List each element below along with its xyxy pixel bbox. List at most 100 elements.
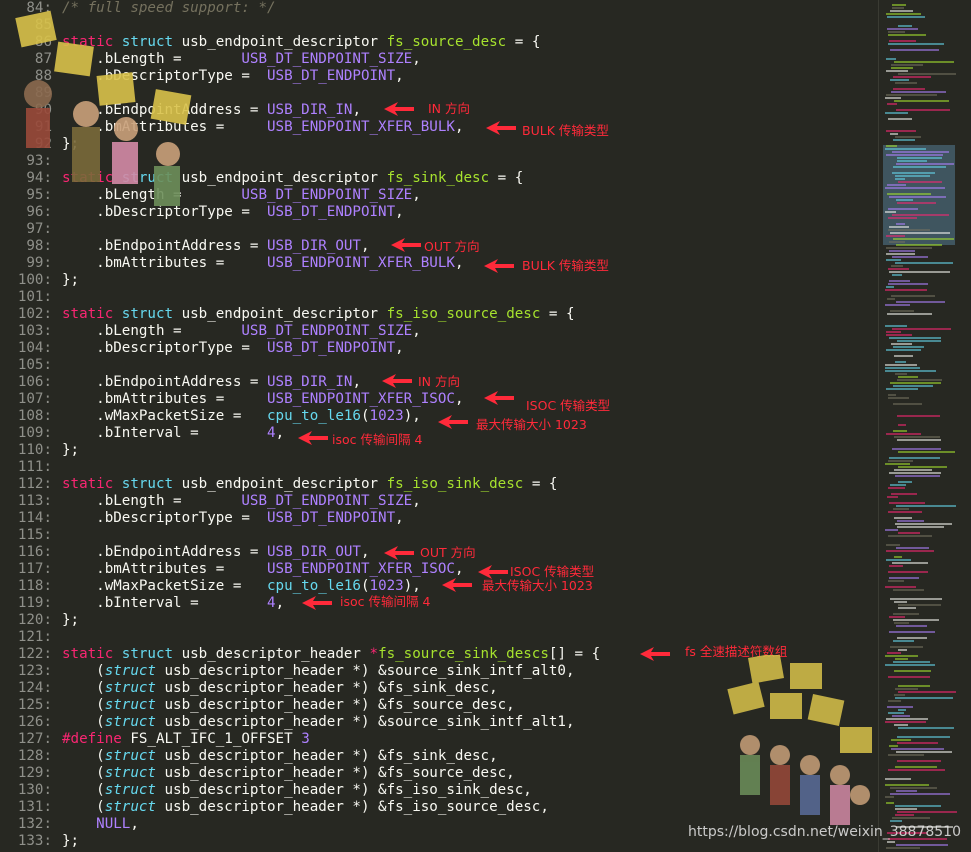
code-line[interactable]: 118: .wMaxPacketSize = cpu_to_le16(1023)… bbox=[0, 578, 878, 595]
minimap-line bbox=[892, 7, 904, 9]
minimap-line bbox=[898, 604, 941, 606]
minimap-line bbox=[892, 715, 910, 717]
minimap-line bbox=[885, 289, 927, 291]
minimap-line bbox=[893, 76, 931, 78]
minimap[interactable] bbox=[878, 0, 971, 852]
minimap-line bbox=[886, 718, 928, 720]
minimap-line bbox=[895, 262, 953, 264]
code-text: (struct usb_descriptor_header *) &source… bbox=[96, 663, 575, 679]
code-line[interactable]: 117: .bmAttributes = USB_ENDPOINT_XFER_I… bbox=[0, 561, 878, 578]
annotation-text: ISOC 传输类型 bbox=[526, 398, 611, 413]
minimap-line bbox=[891, 67, 913, 69]
code-line[interactable]: 101: bbox=[0, 289, 878, 306]
minimap-line bbox=[889, 226, 909, 228]
minimap-line bbox=[885, 463, 910, 465]
code-text: .bmAttributes = USB_ENDPOINT_XFER_BULK, bbox=[96, 255, 464, 271]
line-number: 133: bbox=[17, 833, 52, 849]
minimap-line bbox=[889, 502, 925, 504]
code-line[interactable]: 114: .bDescriptorType = USB_DT_ENDPOINT, bbox=[0, 510, 878, 527]
minimap-line bbox=[892, 214, 949, 216]
code-line[interactable]: 104: .bDescriptorType = USB_DT_ENDPOINT, bbox=[0, 340, 878, 357]
minimap-line bbox=[885, 304, 910, 306]
minimap-line bbox=[886, 259, 901, 261]
line-number: 119: bbox=[17, 595, 52, 611]
line-number: 100: bbox=[17, 272, 52, 288]
code-text: .bDescriptorType = USB_DT_ENDPOINT, bbox=[96, 340, 404, 356]
minimap-line bbox=[896, 301, 945, 303]
line-number: 108: bbox=[17, 408, 52, 424]
line-number: 107: bbox=[17, 391, 52, 407]
code-line[interactable]: 112: static struct usb_endpoint_descripto… bbox=[0, 476, 878, 493]
code-line[interactable]: 120:}; bbox=[0, 612, 878, 629]
minimap-line bbox=[888, 118, 912, 120]
minimap-line bbox=[886, 847, 920, 849]
arrow-left-icon bbox=[391, 238, 421, 252]
minimap-line bbox=[897, 520, 924, 522]
minimap-line bbox=[888, 535, 932, 537]
minimap-line bbox=[892, 328, 951, 330]
line-number: 126: bbox=[17, 714, 52, 730]
line-number: 111: bbox=[17, 459, 52, 475]
minimap-line bbox=[889, 250, 915, 252]
minimap-line bbox=[886, 433, 921, 435]
minimap-line bbox=[889, 577, 919, 579]
minimap-line bbox=[889, 241, 905, 243]
line-number: 115: bbox=[17, 527, 52, 543]
minimap-line bbox=[889, 337, 941, 339]
code-text: .bEndpointAddress = USB_DIR_OUT, bbox=[96, 544, 370, 560]
code-text: }; bbox=[62, 442, 80, 458]
minimap-line bbox=[888, 571, 928, 573]
code-line[interactable]: 111: bbox=[0, 459, 878, 476]
minimap-line bbox=[898, 649, 907, 651]
minimap-line bbox=[889, 457, 940, 459]
code-line[interactable]: 115: bbox=[0, 527, 878, 544]
minimap-line bbox=[891, 493, 917, 495]
minimap-line bbox=[897, 637, 927, 639]
code-line[interactable]: 102: static struct usb_endpoint_descripto… bbox=[0, 306, 878, 323]
minimap-line bbox=[890, 646, 923, 648]
code-text: (struct usb_descriptor_header *) &source… bbox=[96, 714, 575, 730]
minimap-line bbox=[889, 631, 935, 633]
line-number: 118: bbox=[17, 578, 52, 594]
minimap-line bbox=[890, 793, 950, 795]
minimap-line bbox=[890, 820, 902, 822]
code-line[interactable]: 110:}; bbox=[0, 442, 878, 459]
line-number: 124: bbox=[17, 680, 52, 696]
minimap-line bbox=[897, 439, 941, 441]
minimap-line bbox=[892, 172, 935, 174]
code-line[interactable]: 99: .bmAttributes = USB_ENDPOINT_XFER_BU… bbox=[0, 255, 878, 272]
minimap-line bbox=[895, 814, 914, 816]
minimap-line bbox=[894, 355, 913, 357]
minimap-line bbox=[889, 280, 910, 282]
minimap-line bbox=[898, 73, 956, 75]
minimap-line bbox=[897, 157, 942, 159]
code-line[interactable]: 107: .bmAttributes = USB_ENDPOINT_XFER_I… bbox=[0, 391, 878, 408]
code-line[interactable]: 100:}; bbox=[0, 272, 878, 289]
annotation-text: IN 方向 bbox=[418, 374, 461, 389]
minimap-line bbox=[889, 565, 903, 567]
line-number: 102: bbox=[17, 306, 52, 322]
code-line[interactable]: 97: bbox=[0, 221, 878, 238]
minimap-line bbox=[886, 145, 897, 147]
minimap-line bbox=[886, 559, 911, 561]
code-line[interactable]: 105: bbox=[0, 357, 878, 374]
minimap-line bbox=[886, 154, 943, 156]
minimap-line bbox=[892, 151, 949, 153]
minimap-line bbox=[897, 340, 941, 342]
minimap-line bbox=[885, 97, 901, 99]
minimap-line bbox=[885, 721, 926, 723]
minimap-line bbox=[896, 751, 952, 753]
code-line[interactable]: 103: .bLength = USB_DT_ENDPOINT_SIZE, bbox=[0, 323, 878, 340]
minimap-line bbox=[889, 745, 898, 747]
code-line[interactable]: 113: .bLength = USB_DT_ENDPOINT_SIZE, bbox=[0, 493, 878, 510]
minimap-line bbox=[886, 388, 918, 390]
minimap-line bbox=[894, 61, 954, 63]
minimap-line bbox=[886, 349, 921, 351]
minimap-line bbox=[893, 139, 915, 141]
minimap-line bbox=[898, 376, 918, 378]
code-text: .bEndpointAddress = USB_DIR_IN, bbox=[96, 374, 361, 390]
minimap-line bbox=[887, 184, 906, 186]
code-line[interactable]: 119: .bInterval = 4, bbox=[0, 595, 878, 612]
minimap-line bbox=[895, 361, 906, 363]
minimap-line bbox=[898, 181, 942, 183]
